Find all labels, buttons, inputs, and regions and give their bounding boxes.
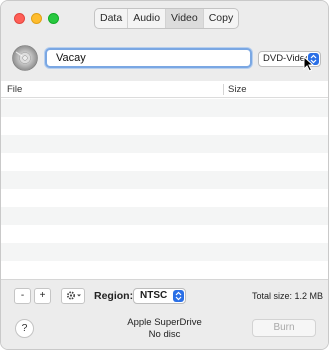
footer: ? Apple SuperDrive No disc Burn <box>1 311 328 349</box>
gear-menu-button[interactable] <box>61 288 85 304</box>
app-window: Data Audio Video Copy DVD-Video <box>0 0 329 350</box>
close-icon[interactable] <box>14 13 25 24</box>
disc-icon <box>12 45 38 71</box>
table-row <box>1 189 328 207</box>
remove-button[interactable]: - <box>14 288 31 304</box>
disc-name-input[interactable] <box>45 48 252 68</box>
column-header-size[interactable]: Size <box>228 84 246 95</box>
gear-icon <box>67 291 81 300</box>
region-select-value: NTSC <box>140 290 168 301</box>
table-row <box>1 207 328 225</box>
format-select-value: DVD-Video <box>263 53 307 64</box>
column-divider[interactable] <box>223 84 224 95</box>
table-row <box>1 243 328 261</box>
tab-audio[interactable]: Audio <box>128 9 167 28</box>
table-row <box>1 135 328 153</box>
table-row <box>1 99 328 117</box>
table-row <box>1 171 328 189</box>
tab-bar: Data Audio Video Copy <box>94 8 240 29</box>
table-rows <box>1 99 328 279</box>
bottom-controls: - + Region: NTSC Total size: 1.2 MB <box>1 279 328 311</box>
region-label: Region: <box>94 290 134 302</box>
table-row <box>1 117 328 135</box>
table-row <box>1 261 328 279</box>
region-select[interactable]: NTSC <box>133 288 186 304</box>
burn-button[interactable]: Burn <box>252 319 316 337</box>
add-button[interactable]: + <box>34 288 51 304</box>
select-arrows-icon <box>173 290 184 302</box>
pointer-cursor-icon <box>303 56 315 72</box>
table-row <box>1 225 328 243</box>
total-size-label: Total size: 1.2 MB <box>252 291 324 301</box>
table-header: File Size <box>1 81 328 98</box>
tab-copy[interactable]: Copy <box>204 9 239 28</box>
toolbar: DVD-Video <box>1 35 328 81</box>
tab-video[interactable]: Video <box>166 9 204 28</box>
tab-data[interactable]: Data <box>95 9 129 28</box>
zoom-icon[interactable] <box>48 13 59 24</box>
minimize-icon[interactable] <box>31 13 42 24</box>
table-row <box>1 153 328 171</box>
file-table: File Size <box>1 81 328 279</box>
column-header-file[interactable]: File <box>7 84 22 95</box>
title-bar: Data Audio Video Copy <box>1 1 328 35</box>
